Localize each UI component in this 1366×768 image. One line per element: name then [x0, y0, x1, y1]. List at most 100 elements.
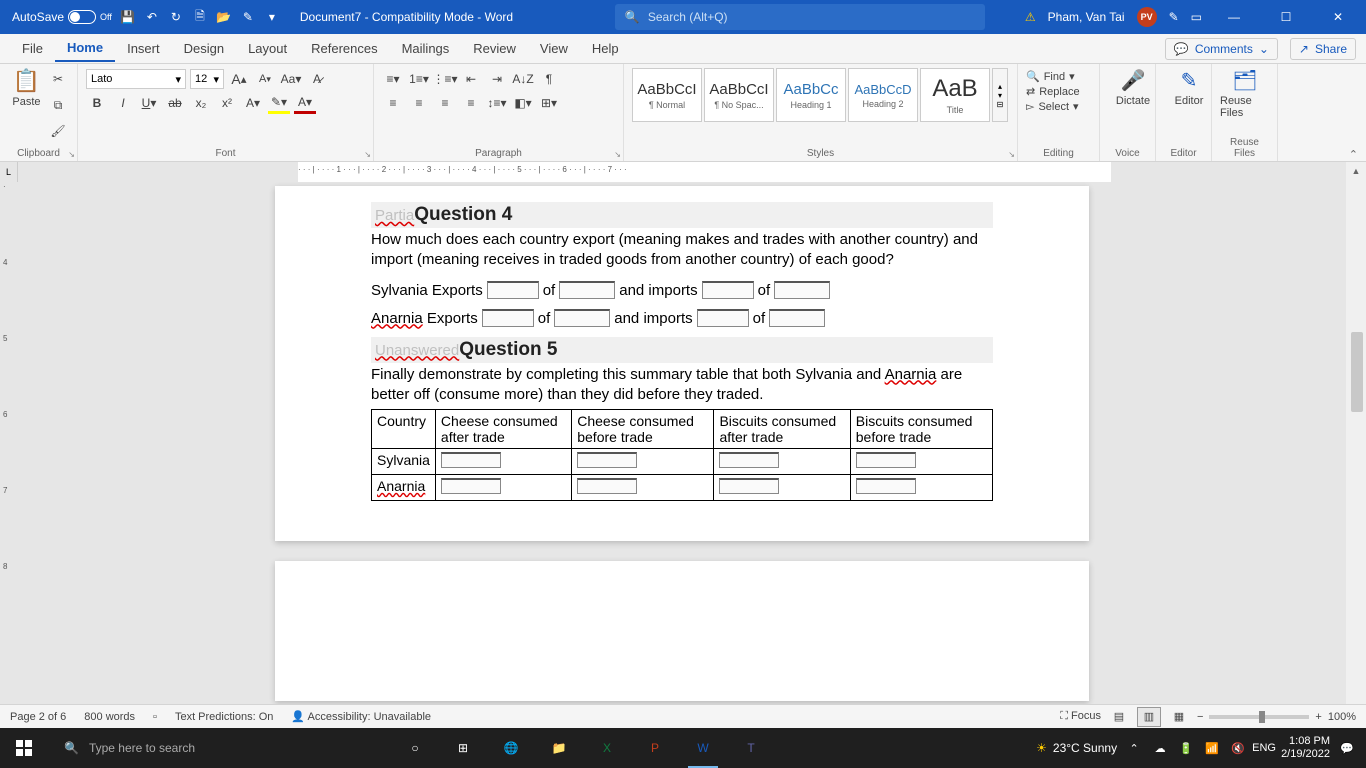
pentool-icon[interactable]: ✎	[1169, 10, 1179, 24]
style-title[interactable]: AaBTitle	[920, 68, 990, 122]
menu-mailings[interactable]: Mailings	[390, 36, 462, 61]
teams-icon[interactable]: T	[728, 728, 774, 768]
zoom-level[interactable]: 100%	[1328, 711, 1356, 723]
shading-icon[interactable]: ◧▾	[512, 92, 534, 114]
open-icon[interactable]: 📂	[216, 9, 232, 25]
input-box[interactable]	[482, 309, 534, 327]
input-box[interactable]	[856, 452, 916, 468]
input-box[interactable]	[554, 309, 610, 327]
find-button[interactable]: 🔍Find▾	[1026, 70, 1075, 83]
sort-icon[interactable]: A↓Z	[512, 68, 534, 90]
clipboard-launcher-icon[interactable]: ↘	[68, 150, 75, 159]
style-nospacing[interactable]: AaBbCcI¶ No Spac...	[704, 68, 774, 122]
close-button[interactable]: ✕	[1318, 2, 1358, 32]
dec-indent-icon[interactable]: ⇤	[460, 68, 482, 90]
accessibility-status[interactable]: 👤 Accessibility: Unavailable	[291, 710, 431, 723]
strike-icon[interactable]: ab	[164, 92, 186, 114]
input-box[interactable]	[719, 452, 779, 468]
menu-review[interactable]: Review	[461, 36, 528, 61]
menu-layout[interactable]: Layout	[236, 36, 299, 61]
input-box[interactable]	[441, 452, 501, 468]
multilevel-icon[interactable]: ⋮≡▾	[434, 68, 456, 90]
next-page[interactable]	[275, 561, 1089, 701]
style-gallery[interactable]: AaBbCcI¶ Normal AaBbCcI¶ No Spac... AaBb…	[632, 68, 1009, 122]
scroll-up-icon[interactable]: ▲	[1349, 164, 1363, 178]
wifi-icon[interactable]: 📶	[1203, 739, 1221, 757]
zoom-slider[interactable]	[1209, 715, 1309, 719]
menu-design[interactable]: Design	[172, 36, 236, 61]
copy-icon[interactable]: ⧉	[47, 94, 69, 116]
minimize-button[interactable]: —	[1214, 2, 1254, 32]
show-marks-icon[interactable]: ¶	[538, 68, 560, 90]
input-box[interactable]	[577, 478, 637, 494]
qat-dropdown-icon[interactable]: ▾	[264, 9, 280, 25]
clock[interactable]: 1:08 PM 2/19/2022	[1281, 735, 1330, 761]
weather-widget[interactable]: ☀ 23°C Sunny	[1036, 741, 1117, 755]
menu-file[interactable]: File	[10, 36, 55, 61]
onedrive-icon[interactable]: ☁	[1151, 739, 1169, 757]
tab-selector-icon[interactable]: L	[0, 162, 18, 182]
powerpoint-icon[interactable]: P	[632, 728, 678, 768]
align-center-icon[interactable]: ≡	[408, 92, 430, 114]
select-button[interactable]: ▻Select▾	[1026, 100, 1079, 113]
zoom-in-button[interactable]: +	[1315, 711, 1321, 723]
vertical-ruler[interactable]: ·45678	[0, 182, 18, 728]
justify-icon[interactable]: ≡	[460, 92, 482, 114]
align-left-icon[interactable]: ≡	[382, 92, 404, 114]
style-normal[interactable]: AaBbCcI¶ Normal	[632, 68, 702, 122]
save-icon[interactable]: 💾	[120, 9, 136, 25]
highlight-icon[interactable]: ✎▾	[268, 92, 290, 114]
new-icon[interactable]: 🗎	[192, 9, 208, 25]
maximize-button[interactable]: ☐	[1266, 2, 1306, 32]
cortana-icon[interactable]: ○	[392, 728, 438, 768]
font-name-combo[interactable]: Lato▾	[86, 69, 186, 89]
style-more-icon[interactable]: ▴▾⊟	[992, 68, 1008, 122]
superscript-icon[interactable]: x²	[216, 92, 238, 114]
font-launcher-icon[interactable]: ↘	[364, 150, 371, 159]
tray-chevron-icon[interactable]: ⌃	[1125, 739, 1143, 757]
paste-button[interactable]: 📋 Paste	[8, 68, 45, 108]
word-icon[interactable]: W	[680, 728, 726, 768]
menu-home[interactable]: Home	[55, 35, 115, 62]
line-spacing-icon[interactable]: ↕≡▾	[486, 92, 508, 114]
undo-icon[interactable]: ↶	[144, 9, 160, 25]
print-layout-icon[interactable]: ▥	[1137, 707, 1161, 727]
page[interactable]: PartiaQuestion 4 How much does each coun…	[275, 186, 1089, 541]
proofing-icon[interactable]: ▫	[153, 711, 157, 723]
text-effects-icon[interactable]: A▾	[242, 92, 264, 114]
taskview-icon[interactable]: ⊞	[440, 728, 486, 768]
search-box[interactable]: 🔍 Search (Alt+Q)	[615, 4, 985, 30]
battery-icon[interactable]: 🔋	[1177, 739, 1195, 757]
read-mode-icon[interactable]: ▤	[1107, 707, 1131, 727]
italic-icon[interactable]: I	[112, 92, 134, 114]
quickprint-icon[interactable]: ✎	[240, 9, 256, 25]
autosave-toggle[interactable]: AutoSave Off	[12, 10, 112, 24]
input-box[interactable]	[702, 281, 754, 299]
menu-references[interactable]: References	[299, 36, 389, 61]
font-color-icon[interactable]: A▾	[294, 92, 316, 114]
scrollbar-thumb[interactable]	[1351, 332, 1363, 412]
menu-insert[interactable]: Insert	[115, 36, 172, 61]
notifications-icon[interactable]: 💬	[1338, 739, 1356, 757]
dictate-button[interactable]: 🎤 Dictate	[1108, 68, 1158, 107]
input-box[interactable]	[856, 478, 916, 494]
volume-icon[interactable]: 🔇	[1229, 739, 1247, 757]
user-avatar[interactable]: PV	[1137, 7, 1157, 27]
ruler[interactable]: L · · · | · · · · 1 · · · | · · · · 2 · …	[0, 162, 1366, 182]
cut-icon[interactable]: ✂	[47, 68, 69, 90]
align-right-icon[interactable]: ≡	[434, 92, 456, 114]
user-name[interactable]: Pham, Van Tai	[1048, 10, 1125, 24]
input-box[interactable]	[719, 478, 779, 494]
menu-help[interactable]: Help	[580, 36, 631, 61]
font-size-combo[interactable]: 12▾	[190, 69, 224, 89]
web-layout-icon[interactable]: ▦	[1167, 707, 1191, 727]
menu-view[interactable]: View	[528, 36, 580, 61]
input-box[interactable]	[769, 309, 825, 327]
ribbon-mode-icon[interactable]: ▭	[1191, 10, 1202, 24]
editor-button[interactable]: ✎ Editor	[1164, 68, 1214, 107]
comments-button[interactable]: 💬 Comments ⌄	[1165, 38, 1278, 60]
paragraph-launcher-icon[interactable]: ↘	[614, 150, 621, 159]
taskbar-search[interactable]: 🔍 Type here to search	[50, 728, 390, 768]
subscript-icon[interactable]: x₂	[190, 92, 212, 114]
language-indicator[interactable]: ENG	[1255, 739, 1273, 757]
